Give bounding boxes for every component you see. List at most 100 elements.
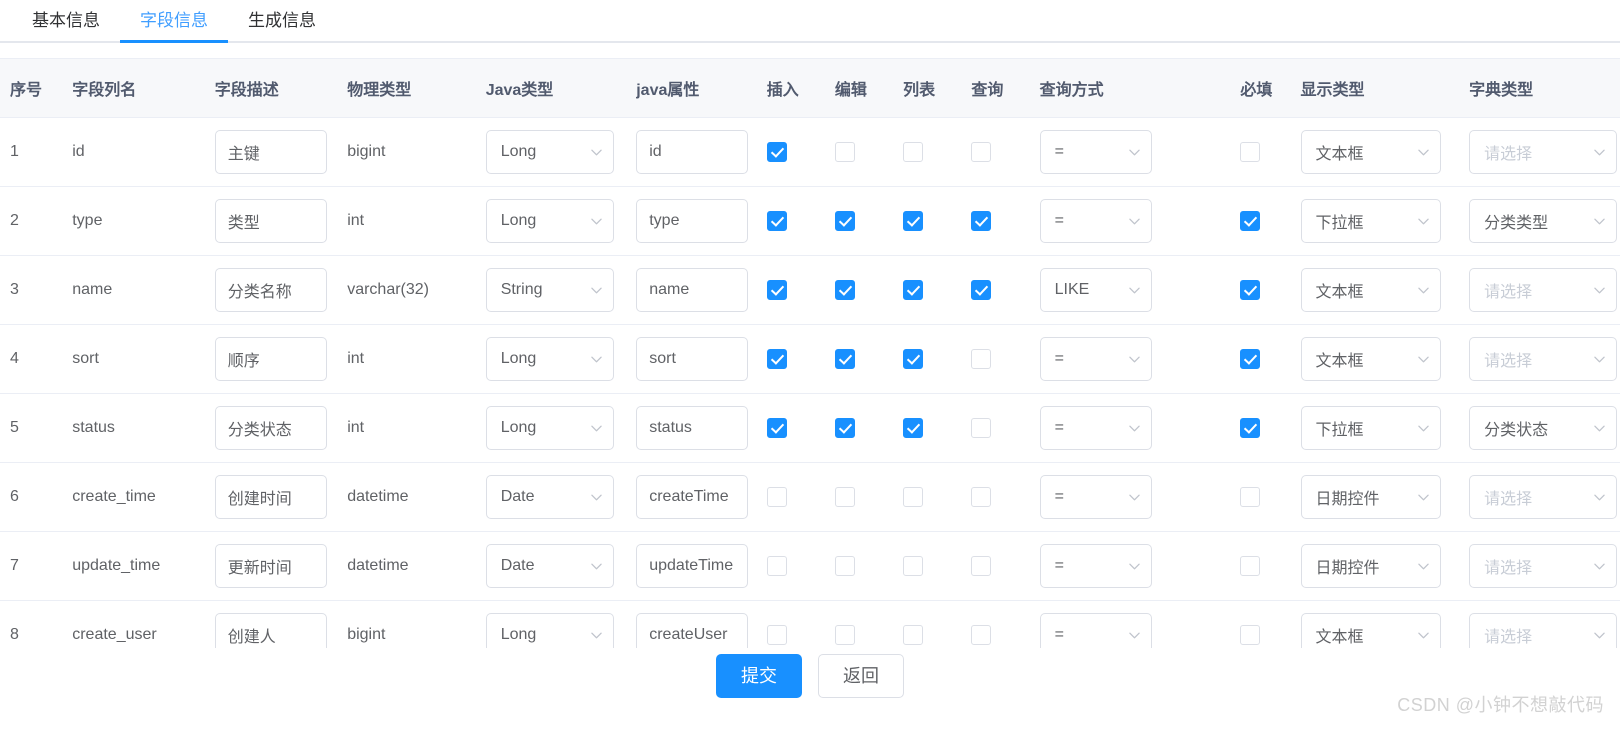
dict-type-select[interactable]: 请选择: [1469, 612, 1618, 648]
java-field-input[interactable]: status: [636, 405, 749, 450]
java-type-select[interactable]: Long: [485, 129, 614, 174]
chevron-down-icon: [1128, 147, 1140, 158]
java-field-input[interactable]: name: [636, 267, 749, 312]
required-checkbox[interactable]: [1240, 348, 1261, 369]
column-comment-input[interactable]: 顺序: [214, 336, 327, 381]
list-checkbox[interactable]: [903, 486, 924, 507]
insert-checkbox[interactable]: [766, 279, 787, 300]
back-button[interactable]: 返回: [818, 654, 904, 698]
edit-checkbox[interactable]: [834, 417, 855, 438]
tab-field-info[interactable]: 字段信息: [120, 0, 228, 43]
insert-checkbox[interactable]: [766, 348, 787, 369]
java-type-select[interactable]: Long: [485, 612, 614, 648]
edit-checkbox[interactable]: [834, 486, 855, 507]
edit-checkbox[interactable]: [834, 624, 855, 645]
query-checkbox[interactable]: [971, 486, 992, 507]
required-checkbox[interactable]: [1240, 141, 1261, 162]
java-type-select[interactable]: Date: [485, 543, 614, 588]
dict-type-select[interactable]: 请选择: [1469, 474, 1618, 519]
cell-query: [961, 600, 1030, 648]
display-type-select[interactable]: 下拉框: [1300, 405, 1441, 450]
query-type-select[interactable]: =: [1039, 612, 1152, 648]
query-type-select[interactable]: =: [1039, 129, 1152, 174]
edit-checkbox[interactable]: [834, 210, 855, 231]
list-checkbox[interactable]: [903, 141, 924, 162]
required-checkbox[interactable]: [1240, 555, 1261, 576]
tab-generate-info[interactable]: 生成信息: [228, 0, 336, 41]
query-checkbox[interactable]: [971, 141, 992, 162]
column-comment-input[interactable]: 类型: [214, 198, 327, 243]
dict-type-select[interactable]: 请选择: [1469, 129, 1618, 174]
required-checkbox[interactable]: [1240, 279, 1261, 300]
required-checkbox[interactable]: [1240, 210, 1261, 231]
dict-type-select[interactable]: 分类状态: [1469, 405, 1618, 450]
dict-type-select[interactable]: 请选择: [1469, 336, 1618, 381]
required-checkbox[interactable]: [1240, 417, 1261, 438]
edit-checkbox[interactable]: [834, 141, 855, 162]
dict-type-select[interactable]: 请选择: [1469, 267, 1618, 312]
edit-checkbox[interactable]: [834, 348, 855, 369]
tab-basic-info[interactable]: 基本信息: [12, 0, 120, 41]
insert-checkbox[interactable]: [766, 624, 787, 645]
column-comment-input[interactable]: 更新时间: [214, 543, 327, 588]
java-field-input[interactable]: updateTime: [636, 543, 749, 588]
insert-checkbox[interactable]: [766, 486, 787, 507]
query-checkbox[interactable]: [971, 279, 992, 300]
insert-checkbox[interactable]: [766, 417, 787, 438]
display-type-select[interactable]: 日期控件: [1300, 543, 1441, 588]
query-type-select[interactable]: =: [1039, 198, 1152, 243]
dict-type-select[interactable]: 请选择: [1469, 543, 1618, 588]
list-checkbox[interactable]: [903, 279, 924, 300]
java-type-select[interactable]: Long: [485, 405, 614, 450]
query-checkbox[interactable]: [971, 210, 992, 231]
query-type-select[interactable]: LIKE: [1039, 267, 1152, 312]
query-type-select[interactable]: =: [1039, 543, 1152, 588]
dict-type-select[interactable]: 分类类型: [1469, 198, 1618, 243]
cell-insert: [756, 600, 825, 648]
query-checkbox[interactable]: [971, 624, 992, 645]
query-type-select[interactable]: =: [1039, 474, 1152, 519]
insert-checkbox[interactable]: [766, 141, 787, 162]
java-field-input[interactable]: createTime: [636, 474, 749, 519]
column-comment-input[interactable]: 创建人: [214, 612, 327, 648]
column-comment-input[interactable]: 分类状态: [214, 405, 327, 450]
insert-checkbox[interactable]: [766, 555, 787, 576]
list-checkbox[interactable]: [903, 555, 924, 576]
edit-checkbox[interactable]: [834, 279, 855, 300]
list-checkbox[interactable]: [903, 624, 924, 645]
submit-button[interactable]: 提交: [716, 654, 802, 698]
cell-java-field: name: [626, 255, 757, 325]
required-checkbox[interactable]: [1240, 486, 1261, 507]
field-table-container[interactable]: 序号 字段列名 字段描述 物理类型 Java类型 java属性 插入 编辑 列表…: [0, 58, 1620, 648]
list-checkbox[interactable]: [903, 210, 924, 231]
display-type-select[interactable]: 文本框: [1300, 129, 1441, 174]
display-type-select[interactable]: 下拉框: [1300, 198, 1441, 243]
cell-index: 7: [0, 531, 63, 601]
column-comment-input[interactable]: 创建时间: [214, 474, 327, 519]
column-comment-input[interactable]: 分类名称: [214, 267, 327, 312]
java-type-select[interactable]: Date: [485, 474, 614, 519]
java-type-select[interactable]: Long: [485, 336, 614, 381]
edit-checkbox[interactable]: [834, 555, 855, 576]
display-type-select[interactable]: 文本框: [1300, 336, 1441, 381]
java-type-select[interactable]: String: [485, 267, 614, 312]
cell-java-type: Long: [475, 324, 627, 394]
query-checkbox[interactable]: [971, 348, 992, 369]
display-type-select[interactable]: 文本框: [1300, 267, 1441, 312]
list-checkbox[interactable]: [903, 417, 924, 438]
required-checkbox[interactable]: [1240, 624, 1261, 645]
java-type-select[interactable]: Long: [485, 198, 614, 243]
query-type-select[interactable]: =: [1039, 405, 1152, 450]
insert-checkbox[interactable]: [766, 210, 787, 231]
java-field-input[interactable]: type: [636, 198, 749, 243]
display-type-select[interactable]: 文本框: [1300, 612, 1441, 648]
column-comment-input[interactable]: 主键: [214, 129, 327, 174]
java-field-input[interactable]: sort: [636, 336, 749, 381]
list-checkbox[interactable]: [903, 348, 924, 369]
query-checkbox[interactable]: [971, 555, 992, 576]
query-type-select[interactable]: =: [1039, 336, 1152, 381]
java-field-input[interactable]: createUser: [636, 612, 749, 648]
display-type-select[interactable]: 日期控件: [1300, 474, 1441, 519]
query-checkbox[interactable]: [971, 417, 992, 438]
java-field-input[interactable]: id: [636, 129, 749, 174]
